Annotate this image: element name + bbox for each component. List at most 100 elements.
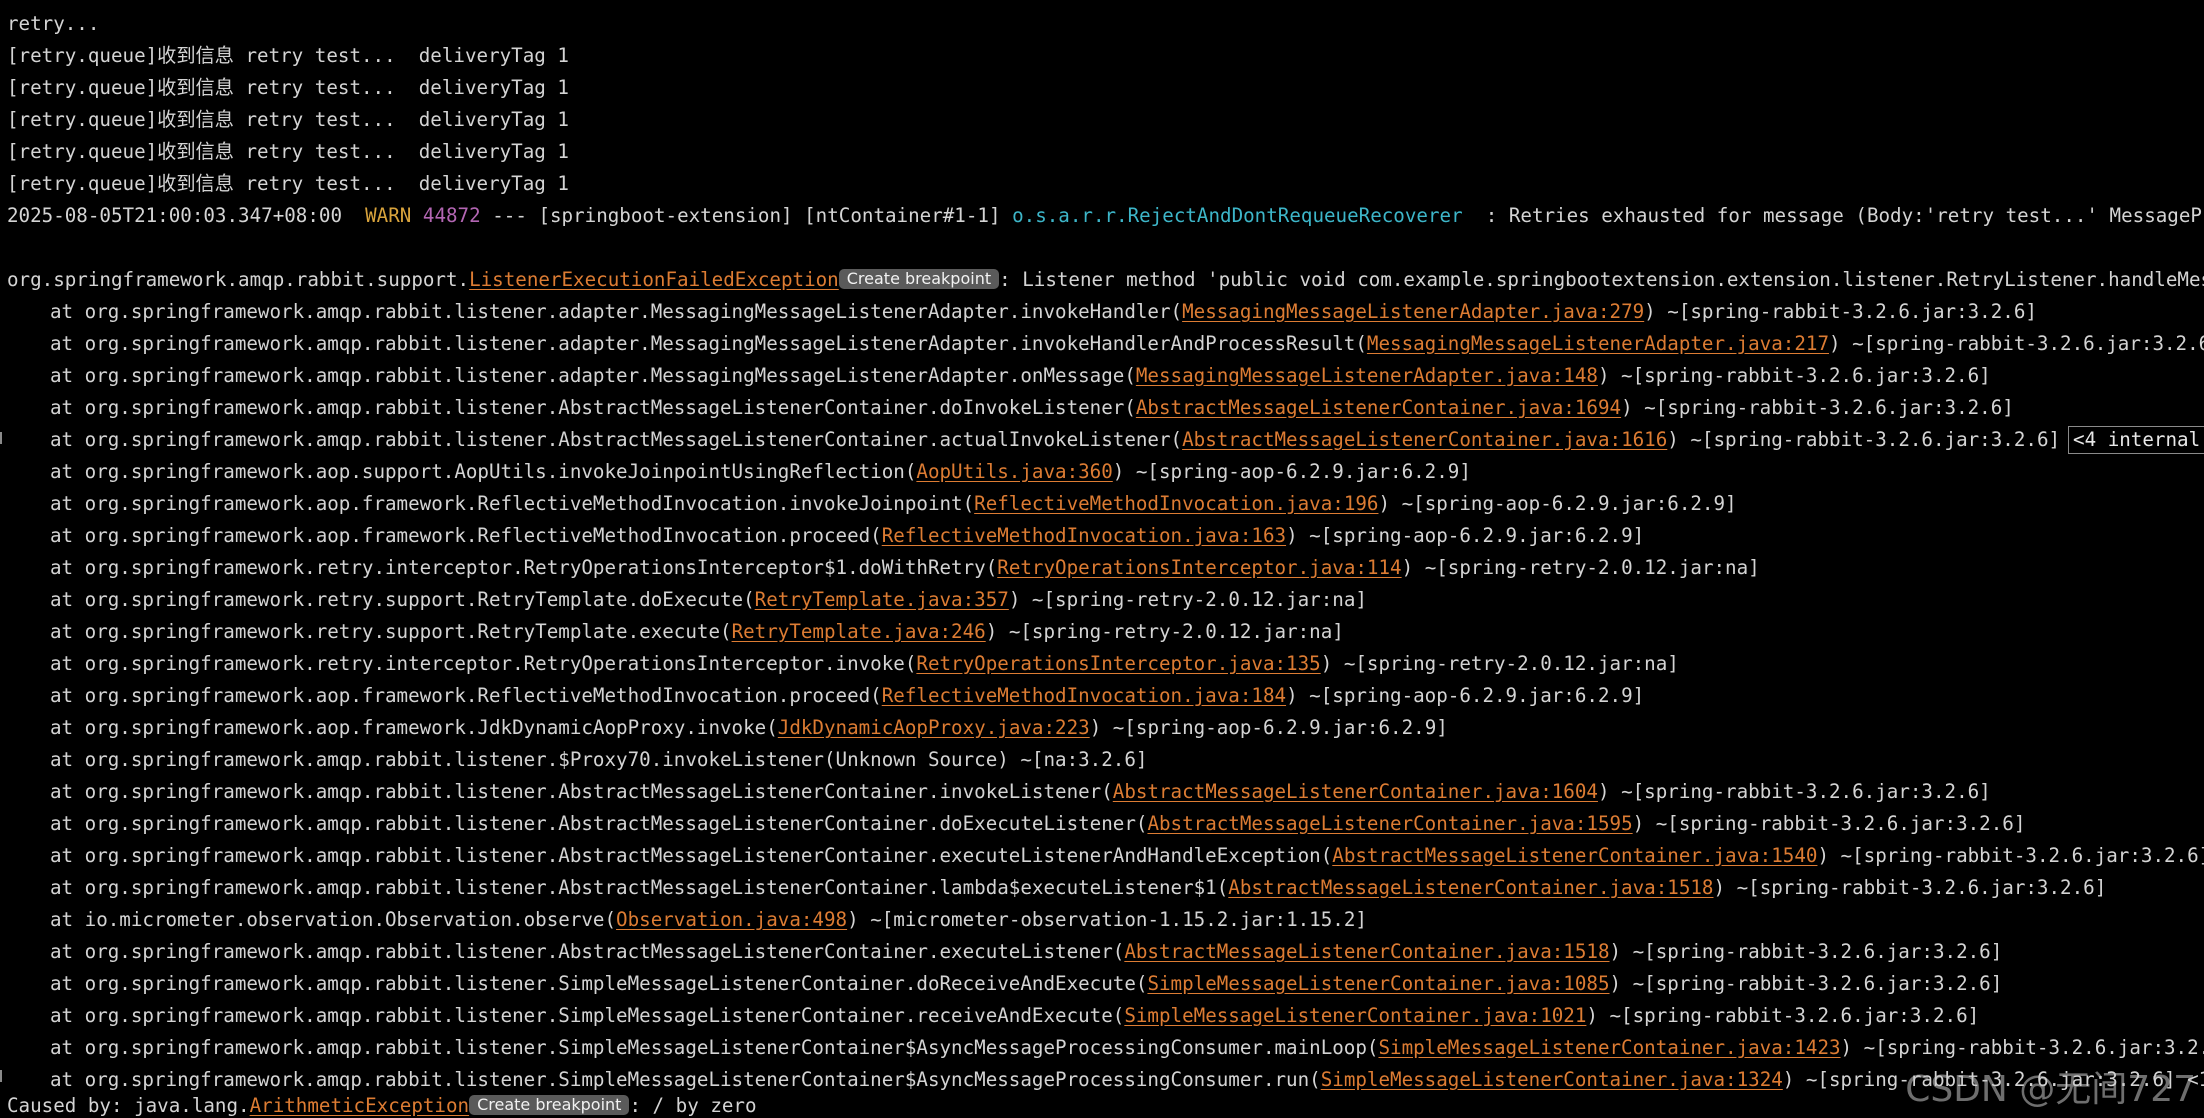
source-file-link[interactable]: Observation.java:498 [616,908,847,931]
source-file-link[interactable]: AbstractMessageListenerContainer.java:16… [1136,396,1621,419]
stack-frame-line: at org.springframework.aop.framework.Ref… [50,520,1644,552]
stack-frame-line: at org.springframework.amqp.rabbit.liste… [50,1032,2204,1064]
stack-frame-line: at org.springframework.aop.framework.Ref… [50,488,1737,520]
console-line: [retry.queue]收到信息 retry test... delivery… [7,76,569,99]
stack-frame-method: at org.springframework.retry.interceptor… [50,556,998,579]
source-file-link[interactable]: AbstractMessageListenerContainer.java:16… [1182,428,1667,451]
source-file-link[interactable]: AbstractMessageListenerContainer.java:15… [1332,844,1817,867]
stack-frame-line: at org.springframework.amqp.rabbit.liste… [50,328,2204,360]
source-file-link[interactable]: SimpleMessageListenerContainer.java:1324 [1321,1068,1783,1091]
stack-frame-line: at org.springframework.aop.framework.Jdk… [50,712,1448,744]
console-output[interactable]: retry... [retry.queue]收到信息 retry test...… [0,0,2204,1118]
source-file-link[interactable]: AopUtils.java:360 [916,460,1112,483]
stack-frame-line: at io.micrometer.observation.Observation… [50,904,1367,936]
stack-frame-method: at org.springframework.retry.support.Ret… [50,620,732,643]
stack-frame-line: at org.springframework.amqp.rabbit.liste… [50,776,1991,808]
stack-frame-jar: ) ~[spring-rabbit-3.2.6.jar:3.2.6] [1621,396,2014,419]
stack-frame-method: at org.springframework.amqp.rabbit.liste… [50,780,1113,803]
stack-frame-jar: ) ~[spring-aop-6.2.9.jar:6.2.9] [1286,524,1645,547]
stack-frame-line: at org.springframework.amqp.rabbit.liste… [50,392,2014,424]
stack-frame-line: at org.springframework.amqp.rabbit.liste… [50,424,2204,456]
stack-frame-method: at org.springframework.aop.support.AopUt… [50,460,917,483]
stack-frame-jar: ) ~[spring-aop-6.2.9.jar:6.2.9] [1089,716,1448,739]
stack-frame-method: at org.springframework.amqp.rabbit.liste… [50,844,1333,867]
exception-message: : Listener method 'public void com.examp… [999,268,2204,291]
stack-frame-jar: ) ~[spring-retry-2.0.12.jar:na] [1008,588,1367,611]
source-file-link[interactable]: MessagingMessageListenerAdapter.java:148 [1136,364,1598,387]
exception-class-link[interactable]: ListenerExecutionFailedException [469,268,839,291]
caused-by-prefix: Caused by: java.lang. [7,1094,250,1117]
caused-by-message: : / by zero [629,1094,757,1117]
create-breakpoint-button[interactable]: Create breakpoint [838,269,1000,289]
stack-frame-method: at org.springframework.retry.support.Ret… [50,588,755,611]
stack-frame-line: at org.springframework.amqp.rabbit.liste… [50,872,2106,904]
stack-frame-jar: ) ~[spring-retry-2.0.12.jar:na] [1320,652,1679,675]
stack-frame-jar: ) ~[spring-rabbit-3.2.6.jar:3.2.6] [1609,972,2003,995]
stack-frame-jar: ) ~[micrometer-observation-1.15.2.jar:1.… [847,908,1367,931]
stack-frame-jar: ) ~[spring-rabbit-3.2.6.jar:3.2.6] [1609,940,2003,963]
stack-frame-method: at org.springframework.amqp.rabbit.liste… [50,332,1367,355]
stack-frame-jar: ) ~[spring-aop-6.2.9.jar:6.2.9] [1112,460,1471,483]
source-file-link[interactable]: AbstractMessageListenerContainer.java:15… [1147,812,1632,835]
stack-frame-method: at org.springframework.aop.framework.Ref… [50,492,975,515]
fold-gutter-icon[interactable] [0,1070,2,1082]
stack-frame-jar: ) ~[spring-rabbit-3.2.6.jar:3.2.6] [1840,1036,2204,1059]
exception-line: org.springframework.amqp.rabbit.support.… [7,264,2204,296]
stack-frame-method: at org.springframework.amqp.rabbit.liste… [50,812,1148,835]
source-file-link[interactable]: MessagingMessageListenerAdapter.java:217 [1367,332,1829,355]
stack-frame-line: at org.springframework.amqp.rabbit.liste… [50,840,2204,872]
stack-frame-line: at org.springframework.retry.interceptor… [50,552,1760,584]
stack-frame-jar: ) ~[spring-rabbit-3.2.6.jar:3.2.6] [1667,428,2061,451]
log-thread: --- [springboot-extension] [ntContainer#… [492,204,1001,227]
create-breakpoint-button[interactable]: Create breakpoint [469,1095,630,1115]
stack-frame-line: at org.springframework.aop.support.AopUt… [50,456,1471,488]
stack-frame-line: at org.springframework.aop.framework.Ref… [50,680,1644,712]
stack-frame-method: at org.springframework.amqp.rabbit.liste… [50,1004,1125,1027]
internal-lines-toggle[interactable]: <4 internal lines> [2068,426,2204,454]
stack-frame-method: at org.springframework.aop.framework.Ref… [50,684,882,707]
source-file-link[interactable]: ReflectiveMethodInvocation.java:163 [882,524,1286,547]
stack-frame-jar: ) ~[spring-aop-6.2.9.jar:6.2.9] [1286,684,1645,707]
stack-frame-line: at org.springframework.amqp.rabbit.liste… [50,360,1991,392]
stack-frame-method: at org.springframework.retry.interceptor… [50,652,917,675]
source-file-link[interactable]: AbstractMessageListenerContainer.java:15… [1228,876,1713,899]
stack-frame-method: at io.micrometer.observation.Observation… [50,908,617,931]
source-file-link[interactable]: MessagingMessageListenerAdapter.java:279 [1182,300,1644,323]
source-file-link[interactable]: JdkDynamicAopProxy.java:223 [778,716,1090,739]
stack-frame-jar: ) ~[spring-rabbit-3.2.6.jar:3.2.6] [1597,364,1991,387]
source-file-link[interactable]: ReflectiveMethodInvocation.java:184 [882,684,1286,707]
log-logger-name: o.s.a.r.r.RejectAndDontRequeueRecoverer [1012,204,1463,227]
stack-frame-jar: ) ~[spring-retry-2.0.12.jar:na] [1401,556,1760,579]
watermark: CSDN @无间727 [1905,1069,2196,1110]
source-file-link[interactable]: AbstractMessageListenerContainer.java:15… [1124,940,1609,963]
console-line: [retry.queue]收到信息 retry test... delivery… [7,44,569,67]
console-line: retry... [7,12,100,35]
log-pid: 44872 [422,204,481,227]
fold-gutter-icon[interactable] [0,432,2,444]
log-timestamp: 2025-08-05T21:00:03.347+08:00 [7,204,343,227]
stack-frame-jar: ) ~[spring-aop-6.2.9.jar:6.2.9] [1378,492,1737,515]
caused-by-class-link[interactable]: ArithmeticException [250,1094,470,1117]
source-file-link[interactable]: ReflectiveMethodInvocation.java:196 [974,492,1378,515]
stack-frame-jar: ) ~[spring-rabbit-3.2.6.jar:3.2.6] [1586,1004,1980,1027]
source-file-link[interactable]: SimpleMessageListenerContainer.java:1423 [1378,1036,1840,1059]
stack-frame-line: at org.springframework.amqp.rabbit.liste… [50,1000,1979,1032]
stack-frame-method: at org.springframework.amqp.rabbit.liste… [50,876,1229,899]
source-file-link[interactable]: AbstractMessageListenerContainer.java:16… [1113,780,1598,803]
stack-frame-method: at org.springframework.amqp.rabbit.liste… [50,748,1148,771]
stack-frame-method: at org.springframework.amqp.rabbit.liste… [50,396,1136,419]
source-file-link[interactable]: SimpleMessageListenerContainer.java:1021 [1124,1004,1586,1027]
source-file-link[interactable]: RetryOperationsInterceptor.java:114 [997,556,1401,579]
stack-frame-line: at org.springframework.retry.interceptor… [50,648,1679,680]
source-file-link[interactable]: SimpleMessageListenerContainer.java:1085 [1147,972,1609,995]
caused-by-line: Caused by: java.lang.ArithmeticException… [7,1090,757,1118]
stack-frame-line: at org.springframework.amqp.rabbit.liste… [50,936,2002,968]
source-file-link[interactable]: RetryOperationsInterceptor.java:135 [916,652,1320,675]
stack-frame-line: at org.springframework.amqp.rabbit.liste… [50,808,2025,840]
stack-frame-jar: ) ~[spring-rabbit-3.2.6.jar:3.2.6] [1829,332,2204,355]
source-file-link[interactable]: RetryTemplate.java:357 [755,588,1009,611]
console-line: [retry.queue]收到信息 retry test... delivery… [7,140,569,163]
stack-frame-method: at org.springframework.amqp.rabbit.liste… [50,972,1148,995]
log-level-warn: WARN [365,204,412,227]
source-file-link[interactable]: RetryTemplate.java:246 [732,620,986,643]
